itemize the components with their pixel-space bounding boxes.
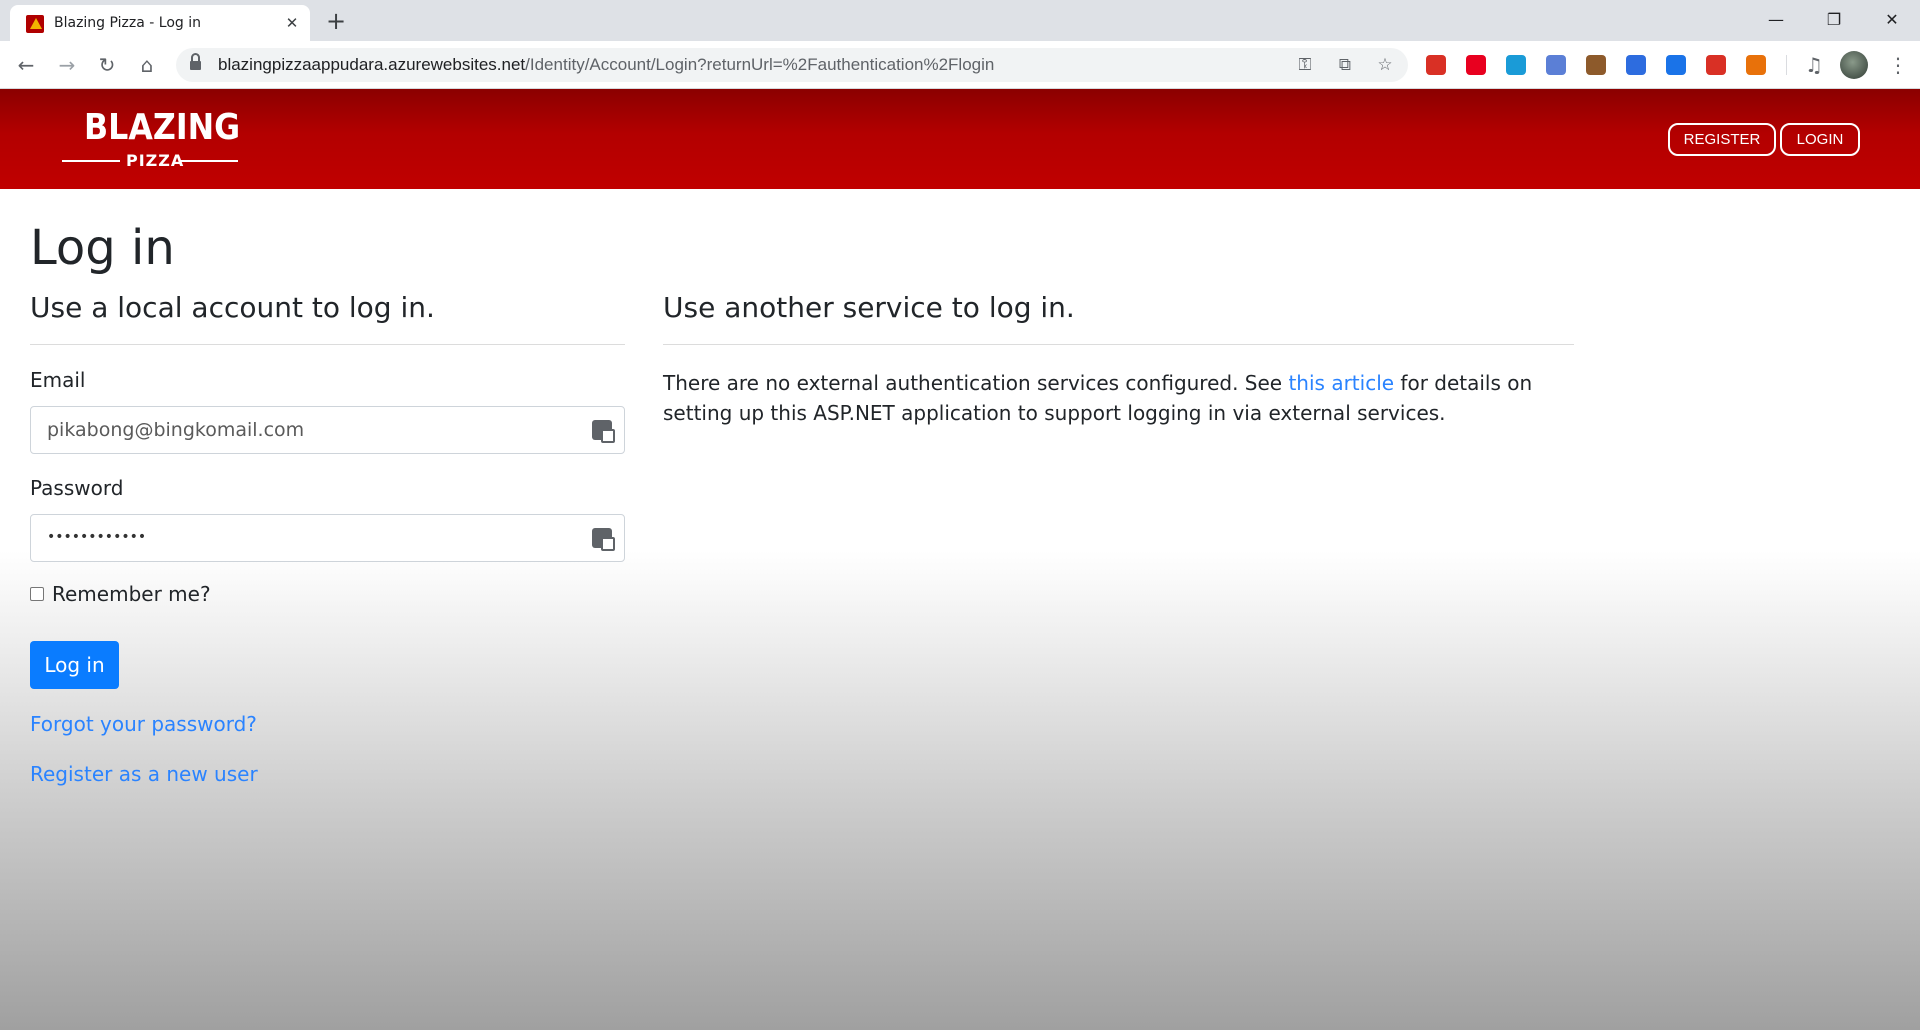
message-ext-icon[interactable]	[1706, 55, 1726, 75]
camera-ext-icon[interactable]	[1546, 55, 1566, 75]
header-register-button[interactable]: REGISTER	[1668, 123, 1776, 156]
url-text[interactable]: blazingpizzaappudara.azurewebsites.net/I…	[218, 55, 994, 75]
page-title: Log in	[30, 220, 175, 276]
key-icon[interactable]: ⚿	[1294, 54, 1316, 76]
pizza-favicon-icon	[26, 15, 44, 33]
local-account-heading: Use a local account to log in.	[30, 291, 435, 324]
login-submit-button[interactable]: Log in	[30, 641, 119, 689]
header-login-button[interactable]: LOGIN	[1780, 123, 1860, 156]
remember-me-label[interactable]: Remember me?	[52, 582, 211, 606]
register-new-user-link[interactable]: Register as a new user	[30, 762, 258, 786]
restore-button[interactable]: ❐	[1814, 4, 1854, 36]
external-auth-message: There are no external authentication ser…	[663, 368, 1563, 428]
network-ext-icon[interactable]	[1746, 55, 1766, 75]
opera-ext-icon[interactable]	[1466, 55, 1486, 75]
lock-icon[interactable]	[190, 53, 201, 70]
checkbox-ext-icon[interactable]	[1506, 55, 1526, 75]
star-icon[interactable]: ☆	[1374, 54, 1396, 76]
home-icon[interactable]: ⌂	[133, 51, 161, 79]
email-value: pikabong@bingkomail.com	[47, 419, 305, 441]
blazing-pizza-logo[interactable]: BLAZING PIZZA	[62, 107, 241, 171]
address-bar[interactable]: blazingpizzaappudara.azurewebsites.net/I…	[176, 48, 1408, 82]
minimize-button[interactable]: —	[1756, 4, 1796, 36]
logo-text: BLAZING	[84, 107, 241, 148]
download-ext-icon[interactable]	[1666, 55, 1686, 75]
browser-toolbar: ← → ↻ ⌂ blazingpizzaappudara.azurewebsit…	[0, 41, 1920, 89]
cookie-ext-icon[interactable]	[1586, 55, 1606, 75]
bookmark-ext-icon[interactable]	[1426, 55, 1446, 75]
logo-line-right	[180, 160, 238, 162]
email-label: Email	[30, 368, 86, 392]
logo-subtext: PIZZA	[126, 151, 185, 170]
browser-menu-icon[interactable]: ⋮	[1888, 51, 1908, 79]
external-text-start: There are no external authentication ser…	[663, 371, 1289, 395]
logo-line-left	[62, 160, 120, 162]
external-divider	[663, 344, 1574, 345]
back-arrow-icon[interactable]: ←	[12, 51, 40, 79]
close-window-button[interactable]: ✕	[1872, 4, 1912, 36]
remember-me-checkbox[interactable]	[30, 587, 44, 601]
browser-tabstrip: Blazing Pizza - Log in ✕ + — ❐ ✕	[0, 0, 1920, 41]
external-service-heading: Use another service to log in.	[663, 291, 1075, 324]
media-control-icon[interactable]: ♫	[1800, 51, 1828, 79]
open-external-icon[interactable]: ⧉	[1334, 54, 1356, 76]
site-header: BLAZING PIZZA REGISTER LOGIN	[0, 89, 1920, 189]
password-label: Password	[30, 476, 124, 500]
new-tab-button[interactable]: +	[322, 7, 350, 35]
reload-icon[interactable]: ↻	[93, 51, 121, 79]
forgot-password-link[interactable]: Forgot your password?	[30, 712, 257, 736]
forward-arrow-icon[interactable]: →	[53, 51, 81, 79]
browser-tab[interactable]: Blazing Pizza - Log in ✕	[10, 5, 310, 41]
color-ext-icon[interactable]	[1626, 55, 1646, 75]
password-manager-icon[interactable]	[592, 528, 615, 551]
toolbar-divider	[1786, 55, 1787, 75]
local-divider	[30, 344, 625, 345]
this-article-link[interactable]: this article	[1288, 371, 1394, 395]
tab-title: Blazing Pizza - Log in	[54, 15, 201, 31]
password-value: ••••••••••••	[47, 529, 147, 545]
password-field[interactable]: ••••••••••••	[30, 514, 625, 562]
close-tab-icon[interactable]: ✕	[282, 13, 302, 33]
password-manager-icon[interactable]	[592, 420, 615, 443]
profile-avatar[interactable]	[1840, 51, 1868, 79]
email-field[interactable]: pikabong@bingkomail.com	[30, 406, 625, 454]
